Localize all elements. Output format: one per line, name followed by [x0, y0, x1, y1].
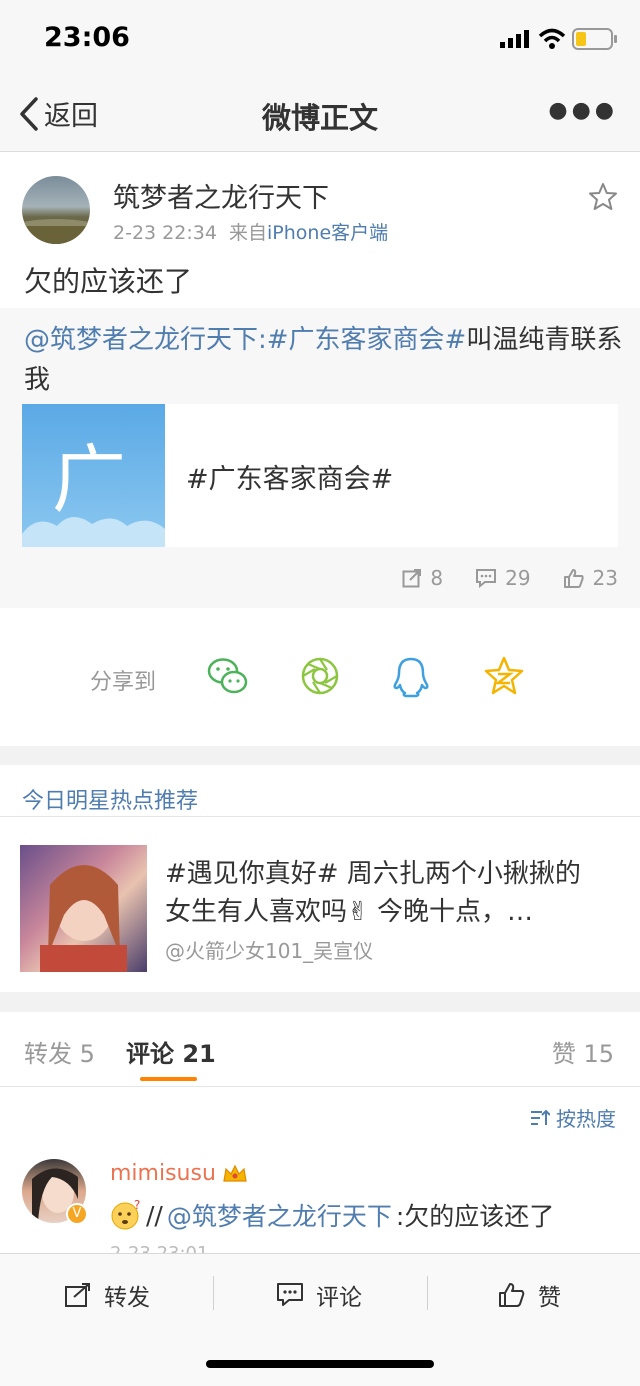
post-time: 2-23 22:34 [113, 222, 217, 244]
status-bar: 23:06 [0, 0, 640, 80]
thumbs-up-icon [563, 569, 584, 588]
verified-badge-icon: V [66, 1203, 88, 1225]
repost-button[interactable]: 转发 [64, 1278, 150, 1312]
repost-text: @筑梦者之龙行天下:#广东客家商会#叫温纯青联系我 [24, 320, 624, 400]
divider [427, 1276, 428, 1310]
comment-user[interactable]: mimisusu [110, 1161, 248, 1186]
comment-mention[interactable]: @筑梦者之龙行天下 [167, 1197, 392, 1233]
signal-icon [500, 30, 529, 48]
crown-icon [223, 1164, 247, 1182]
qzone-icon[interactable] [484, 656, 524, 696]
nav-bar: 返回 微博正文 ●●● [0, 80, 640, 152]
battery-icon [572, 28, 617, 50]
tab-reposts[interactable]: 转发 5 [24, 1034, 95, 1069]
puzzled-emoji-icon: ? [111, 1199, 140, 1230]
comment-count-button[interactable]: 29 [475, 566, 531, 590]
repost-count-button[interactable]: 8 [402, 566, 443, 590]
wifi-icon [538, 28, 566, 49]
share-section: 分享到 [0, 608, 640, 746]
hot-recommendation: 今日明星热点推荐 #遇见你真好# 周六扎两个小揪揪的女生有人喜欢吗✌ 今晚十点，… [0, 765, 640, 992]
hot-thumbnail[interactable] [20, 845, 147, 972]
post-card: 筑梦者之龙行天下 2-23 22:34 来自iPhone客户端 欠的应该还了 @… [0, 152, 640, 608]
repost-label: 转发 [104, 1285, 150, 1311]
sort-label: 按热度 [556, 1107, 616, 1131]
moments-icon[interactable] [300, 656, 340, 696]
comment-button[interactable]: 评论 [276, 1278, 362, 1312]
tab-likes[interactable]: 赞 15 [552, 1034, 614, 1069]
post-text: 欠的应该还了 [24, 265, 193, 298]
repost-mention[interactable]: @筑梦者之龙行天下: [24, 325, 267, 355]
topic-card[interactable]: 广 #广东客家商会# [22, 404, 618, 547]
divider [0, 816, 640, 817]
comment-tabs: 转发 5 评论 21 赞 15 [0, 1012, 640, 1087]
post-source[interactable]: iPhone客户端 [267, 222, 388, 244]
source-prefix: 来自 [229, 222, 268, 244]
bottom-action-bar: 转发 评论 赞 [0, 1253, 640, 1386]
like-button[interactable]: 赞 [498, 1278, 561, 1312]
like-count: 23 [592, 566, 618, 590]
hot-source[interactable]: @火箭少女101_吴宣仪 [165, 935, 373, 964]
home-indicator [206, 1360, 434, 1368]
like-label: 赞 [538, 1285, 561, 1311]
hot-section-title: 今日明星热点推荐 [22, 789, 199, 814]
favorite-star-icon[interactable] [588, 182, 618, 212]
comment-icon [277, 1283, 303, 1306]
topic-card-title: #广东客家商会# [186, 464, 394, 495]
divider [213, 1276, 214, 1310]
comment-username: mimisusu [110, 1161, 216, 1186]
comment-list: 按热度 V mimisusu ? //@筑梦者之龙行天下:欠的应该还了 2-23… [0, 1087, 640, 1264]
wechat-icon[interactable] [206, 656, 250, 698]
qq-icon[interactable] [392, 656, 430, 698]
comment-text: ? //@筑梦者之龙行天下:欠的应该还了 [110, 1197, 554, 1233]
repost-icon [65, 1283, 90, 1307]
hot-text[interactable]: #遇见你真好# 周六扎两个小揪揪的女生有人喜欢吗✌ 今晚十点，… [165, 855, 605, 931]
reposted-content[interactable]: @筑梦者之龙行天下:#广东客家商会#叫温纯青联系我 广 #广东客家商会# 8 2… [0, 308, 640, 608]
comment-label: 评论 [316, 1285, 362, 1311]
repost-topic[interactable]: #广东客家商会# [267, 325, 467, 355]
svg-text:?: ? [134, 1199, 140, 1212]
repost-actions: 8 29 23 [402, 566, 618, 590]
sort-icon [531, 1109, 550, 1125]
status-time: 23:06 [44, 22, 130, 53]
comment-count: 29 [505, 566, 531, 590]
repost-icon [402, 569, 422, 588]
tab-comments[interactable]: 评论 21 [126, 1034, 216, 1069]
post-meta: 2-23 22:34 来自iPhone客户端 [113, 218, 388, 245]
sort-button[interactable]: 按热度 [530, 1103, 616, 1132]
like-count-button[interactable]: 23 [563, 566, 618, 590]
author-avatar[interactable] [22, 176, 90, 244]
topic-thumbnail: 广 [22, 404, 165, 547]
active-tab-indicator [140, 1077, 197, 1081]
comment-prefix: // [146, 1200, 163, 1230]
comment-icon [476, 569, 497, 588]
page-title: 微博正文 [261, 101, 378, 135]
repost-count: 8 [430, 566, 444, 590]
share-label: 分享到 [90, 670, 157, 695]
more-icon[interactable]: ●●● [548, 98, 618, 123]
author-name[interactable]: 筑梦者之龙行天下 [113, 176, 329, 215]
comment-body: :欠的应该还了 [395, 1202, 555, 1231]
thumbs-up-icon [499, 1283, 525, 1307]
topic-thumb-char: 广 [52, 437, 126, 523]
